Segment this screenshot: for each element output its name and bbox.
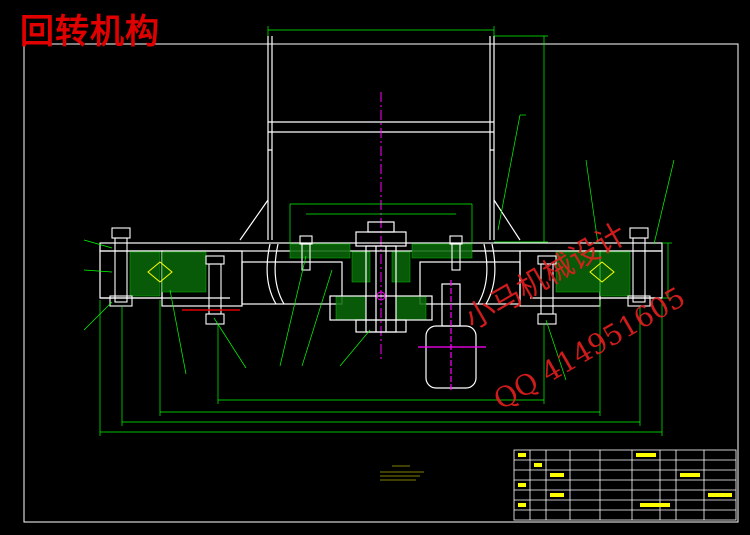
cad-drawing (23, 26, 739, 523)
technical-notes (380, 465, 424, 481)
drawing-canvas: 回转机构 小马机械设计 QQ 414951605 (0, 0, 750, 535)
top-dimensions (267, 26, 548, 243)
drawing-title: 回转机构 (20, 12, 160, 52)
top-frame-structure (239, 36, 521, 241)
title-block (513, 449, 737, 521)
